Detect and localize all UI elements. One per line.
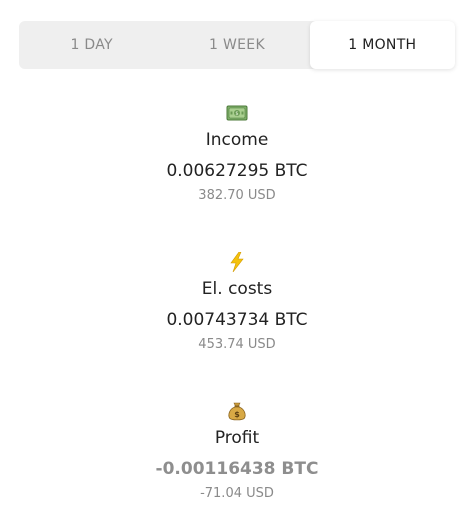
tab-1-month[interactable]: 1 MONTH <box>309 21 455 69</box>
profit-label: Profit <box>214 428 260 448</box>
el-costs-label: El. costs <box>201 279 273 299</box>
income-usd-value: 382.70 USD <box>198 188 276 203</box>
tab-1-week[interactable]: 1 WEEK <box>164 21 309 69</box>
el-costs-btc-value: 0.00743734 BTC <box>166 310 308 330</box>
svg-text:$: $ <box>235 111 238 117</box>
income-label: Income <box>205 130 269 150</box>
el-costs-section: El. costs 0.00743734 BTC 453.74 USD <box>0 252 474 354</box>
income-section: $ Income 0.00627295 BTC 382.70 USD <box>0 103 474 205</box>
period-tabs: 1 DAY 1 WEEK 1 MONTH <box>19 21 455 69</box>
money-bag-icon: $ <box>228 402 246 421</box>
lightning-icon <box>230 252 244 272</box>
profit-btc-value: -0.00116438 BTC <box>155 459 319 479</box>
profit-section: $ Profit -0.00116438 BTC -71.04 USD <box>0 401 474 503</box>
svg-text:$: $ <box>234 410 240 419</box>
income-btc-value: 0.00627295 BTC <box>166 161 308 181</box>
tab-1-day[interactable]: 1 DAY <box>19 21 164 69</box>
money-bills-icon: $ <box>226 105 248 121</box>
el-costs-usd-value: 453.74 USD <box>198 337 276 352</box>
profit-usd-value: -71.04 USD <box>200 486 274 501</box>
mining-stats-screen: 1 DAY 1 WEEK 1 MONTH $ Income 0.00627295… <box>0 0 474 519</box>
